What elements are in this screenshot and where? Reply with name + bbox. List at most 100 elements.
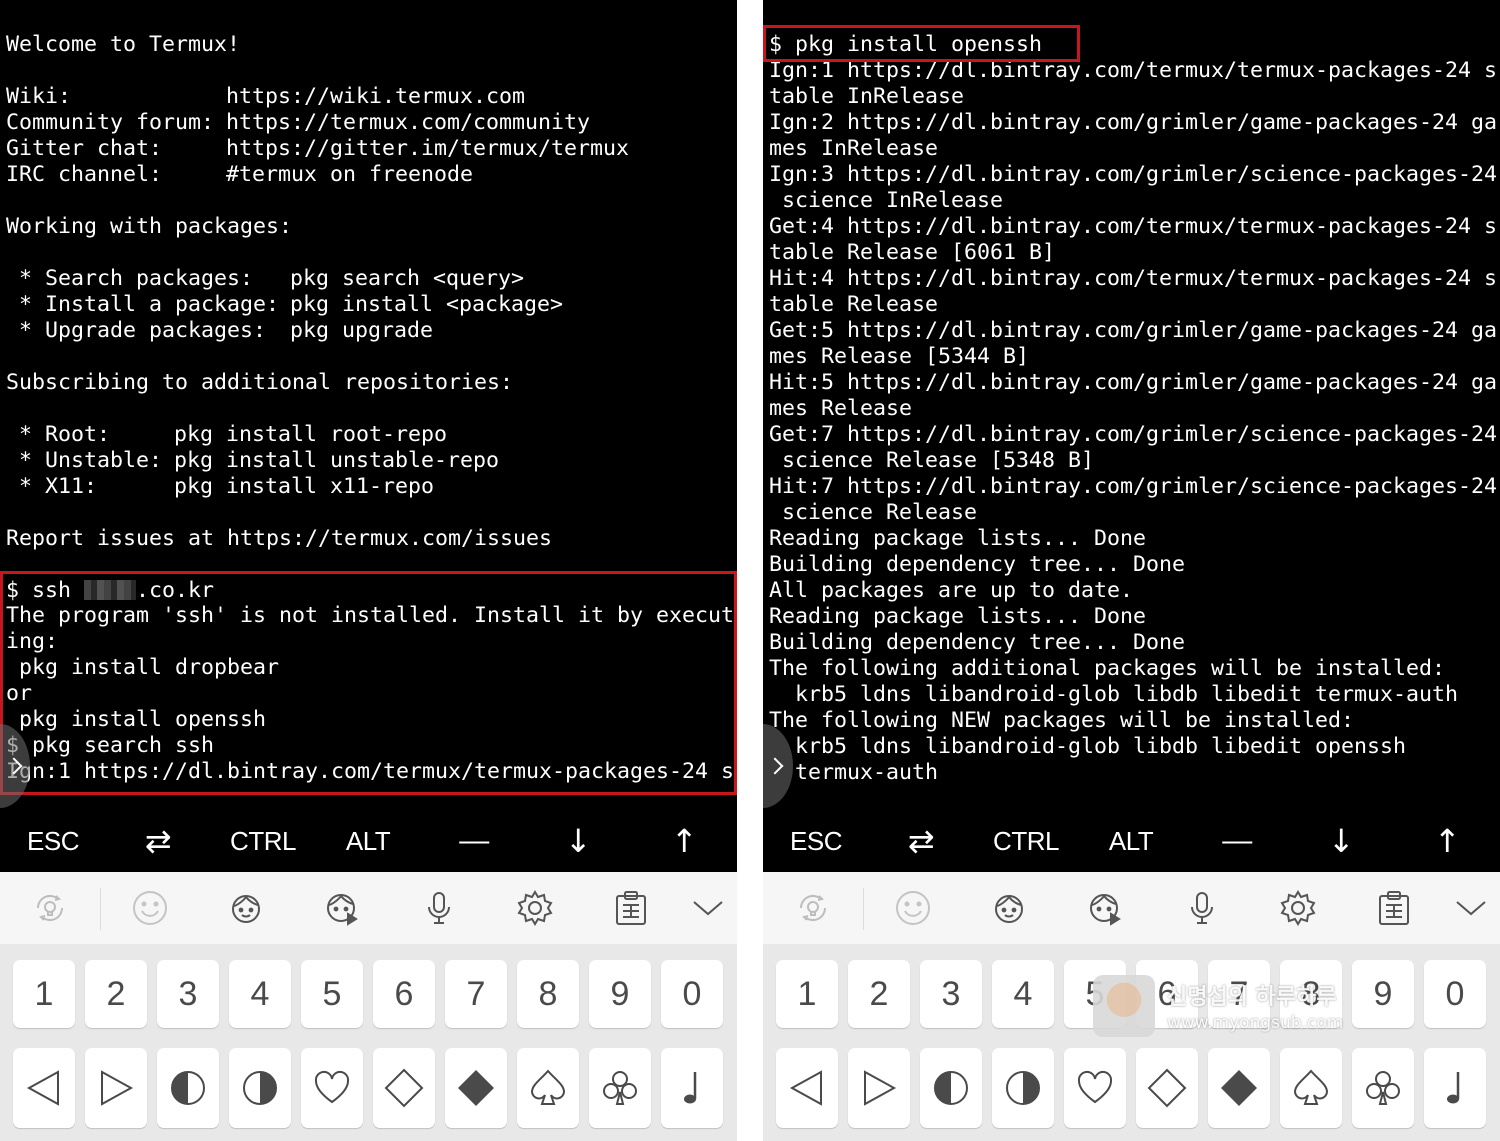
alt-key[interactable]: ALT <box>318 810 418 872</box>
diamond-outline-icon <box>384 1068 424 1108</box>
half-circle-right-key[interactable] <box>229 1048 291 1128</box>
emoji-icon[interactable] <box>130 888 170 928</box>
esc-key[interactable]: ESC <box>766 810 866 872</box>
diamond-filled-key[interactable] <box>445 1048 507 1128</box>
terminal-line: mes Release [5344 B] <box>769 344 1030 369</box>
key-1[interactable]: 1 <box>776 960 838 1028</box>
club-icon <box>1366 1071 1400 1105</box>
key-9[interactable]: 9 <box>589 960 651 1028</box>
terminal-line: termux-auth <box>769 760 939 785</box>
esc-key[interactable]: ESC <box>3 810 103 872</box>
left-triangle-key[interactable] <box>776 1048 838 1128</box>
terminal-line: pkg install unstable-repo <box>174 448 500 473</box>
animated-emoji-icon[interactable] <box>322 888 362 928</box>
animated-emoji-icon[interactable] <box>1085 888 1125 928</box>
right-triangle-key[interactable] <box>85 1048 147 1128</box>
right-triangle-icon <box>101 1070 134 1106</box>
key-9[interactable]: 9 <box>1352 960 1414 1028</box>
music-note-key[interactable] <box>1424 1048 1486 1128</box>
key-8[interactable]: 8 <box>517 960 579 1028</box>
half-circle-left-icon <box>171 1071 205 1105</box>
heart-icon <box>314 1070 350 1104</box>
key-0[interactable]: 0 <box>661 960 723 1028</box>
half-circle-left-key[interactable] <box>157 1048 219 1128</box>
spade-key[interactable] <box>517 1048 579 1128</box>
diamond-outline-key[interactable] <box>373 1048 435 1128</box>
key-1[interactable]: 1 <box>13 960 75 1028</box>
diamond-outline-key[interactable] <box>1136 1048 1198 1128</box>
dash-key[interactable]: — <box>424 810 524 872</box>
microphone-icon[interactable] <box>1182 888 1222 928</box>
terminal-line: mes Release <box>769 396 913 421</box>
key-4[interactable]: 4 <box>992 960 1054 1028</box>
ctrl-key[interactable]: CTRL <box>976 810 1076 872</box>
key-6[interactable]: 6 <box>373 960 435 1028</box>
bixby-vision-icon[interactable] <box>793 888 833 928</box>
diamond-outline-icon <box>1147 1068 1187 1108</box>
key-3[interactable]: 3 <box>157 960 219 1028</box>
emoji-icon[interactable] <box>893 888 933 928</box>
dash-key[interactable]: — <box>1187 810 1287 872</box>
right-triangle-key[interactable] <box>848 1048 910 1128</box>
terminal-line: or <box>6 681 33 706</box>
key-2[interactable]: 2 <box>848 960 910 1028</box>
terminal-line: pkg install <package> <box>290 292 564 317</box>
watermark: 신명섭의 하루하루 www.myongsub.com <box>1093 975 1353 1045</box>
terminal-line: IRC channel: <box>6 162 163 187</box>
ctrl-key[interactable]: CTRL <box>213 810 313 872</box>
terminal-output[interactable]: $ pkg install openssh Ign:1 https://dl.b… <box>763 0 1500 810</box>
chevron-right-icon <box>766 757 784 775</box>
collapse-chevron-icon[interactable] <box>1451 888 1491 928</box>
key-5[interactable]: 5 <box>301 960 363 1028</box>
half-circle-right-key[interactable] <box>992 1048 1054 1128</box>
key-2[interactable]: 2 <box>85 960 147 1028</box>
settings-gear-icon[interactable] <box>1278 888 1318 928</box>
club-key[interactable] <box>1352 1048 1414 1128</box>
key-7[interactable]: 7 <box>445 960 507 1028</box>
alt-key[interactable]: ALT <box>1081 810 1181 872</box>
key-4[interactable]: 4 <box>229 960 291 1028</box>
heart-key[interactable] <box>1064 1048 1126 1128</box>
terminal-line: The following additional packages will b… <box>769 656 1446 681</box>
collapse-chevron-icon[interactable] <box>688 888 728 928</box>
ar-emoji-icon[interactable] <box>226 888 266 928</box>
tab-key[interactable]: ⇄ <box>108 810 208 872</box>
arrow-up-key[interactable]: ↑ <box>1397 810 1497 872</box>
clipboard-icon[interactable] <box>1374 888 1414 928</box>
arrow-up-key[interactable]: ↑ <box>634 810 734 872</box>
music-note-key[interactable] <box>661 1048 723 1128</box>
toolbar-divider <box>863 888 864 930</box>
terminal-line: Get:7 https://dl.bintray.com/grimler/sci… <box>769 422 1498 447</box>
ar-emoji-icon[interactable] <box>989 888 1029 928</box>
tab-key[interactable]: ⇄ <box>871 810 971 872</box>
arrow-down-key[interactable]: ↓ <box>528 810 628 872</box>
terminal-line: Reading package lists... Done <box>769 604 1147 629</box>
clipboard-icon[interactable] <box>611 888 651 928</box>
left-triangle-icon <box>789 1070 822 1106</box>
left-triangle-key[interactable] <box>13 1048 75 1128</box>
settings-gear-icon[interactable] <box>515 888 555 928</box>
heart-key[interactable] <box>301 1048 363 1128</box>
terminal-line: Ign:3 https://dl.bintray.com/grimler/sci… <box>769 162 1498 187</box>
arrow-down-key[interactable]: ↓ <box>1291 810 1391 872</box>
terminal-line: The program 'ssh' is not installed. Inst… <box>6 603 735 628</box>
terminal-line: pkg install x11-repo <box>174 474 435 499</box>
spade-icon <box>1293 1069 1329 1105</box>
terminal-output[interactable]: Welcome to Termux! Wiki: https://wiki.te… <box>0 0 737 810</box>
key-3[interactable]: 3 <box>920 960 982 1028</box>
terminal-line: The following NEW packages will be insta… <box>769 708 1355 733</box>
half-circle-left-key[interactable] <box>920 1048 982 1128</box>
terminal-line: * X11: <box>6 474 98 499</box>
key-0[interactable]: 0 <box>1424 960 1486 1028</box>
spade-key[interactable] <box>1280 1048 1342 1128</box>
terminal-line: pkg install openssh <box>6 707 267 732</box>
terminal-line: science Release <box>769 500 978 525</box>
terminal-line: Ign:1 https://dl.bintray.com/termux/term… <box>769 58 1498 83</box>
bixby-vision-icon[interactable] <box>30 888 70 928</box>
keyboard-toolbar <box>0 872 737 944</box>
club-key[interactable] <box>589 1048 651 1128</box>
terminal-line: Welcome to Termux! <box>6 32 241 57</box>
microphone-icon[interactable] <box>419 888 459 928</box>
terminal-line: $ pkg search ssh <box>6 733 215 758</box>
diamond-filled-key[interactable] <box>1208 1048 1270 1128</box>
